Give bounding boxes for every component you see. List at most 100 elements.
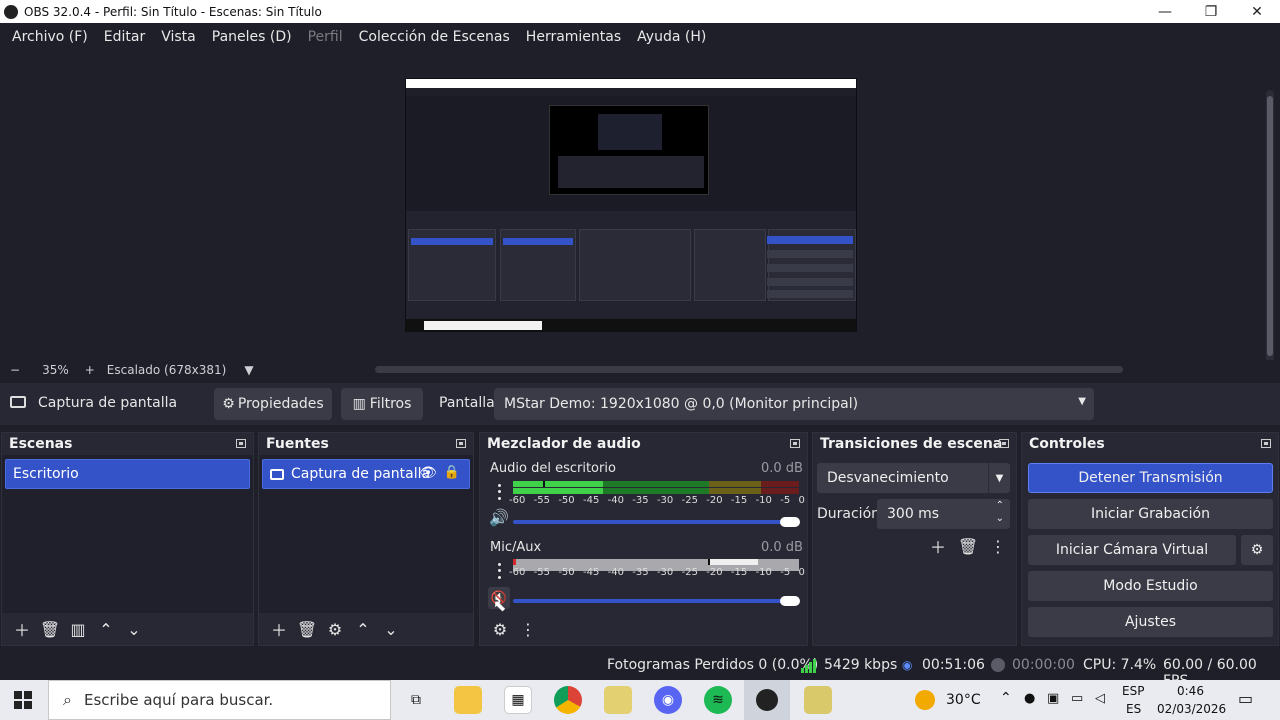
clock-time[interactable]: 0:46 [1177,684,1204,698]
spin-up-icon[interactable]: ⌃ [996,500,1004,511]
duration-label: Duración [817,506,881,522]
maximize-icon[interactable]: ❐ [1188,0,1234,23]
float-dock-icon[interactable] [1261,439,1271,448]
clock-date[interactable]: 02/03/2026 [1157,702,1226,716]
volume-knob-desktop[interactable] [780,517,800,527]
channel-name-mic: Mic/Aux [490,540,542,555]
float-dock-icon[interactable] [236,439,246,448]
float-dock-icon[interactable] [790,439,800,448]
add-icon[interactable]: ＋ [924,533,952,559]
add-icon[interactable]: ＋ [265,616,293,642]
menu-profile[interactable]: Perfil [300,29,351,45]
menu-tools[interactable]: Herramientas [518,29,629,45]
selected-source-name: Captura de pantalla [38,395,178,411]
trash-icon[interactable]: 🗑 [954,533,982,559]
studio-mode-button[interactable]: Modo Estudio [1028,571,1273,601]
menu-view[interactable]: Vista [153,29,204,45]
zoom-in-button[interactable]: + [85,363,95,377]
recording-tray-icon[interactable]: ▣ [1047,691,1059,706]
virtual-camera-settings-button[interactable]: ⚙ [1241,535,1273,565]
tray-chevron-icon[interactable]: ⌃ [1000,690,1012,706]
preview-horizontal-scrollbar[interactable] [375,366,1123,373]
menu-docks[interactable]: Paneles (D) [204,29,300,45]
arrow-up-icon[interactable]: ⌃ [349,616,377,642]
discord-icon[interactable]: ◉ [654,686,682,714]
task-view-icon[interactable]: ⧉ [402,686,430,714]
stop-streaming-button[interactable]: Detener Transmisión [1028,463,1273,493]
lock-icon[interactable]: 🔒 [444,465,460,480]
advanced-audio-gear-icon[interactable]: ⚙ [486,616,514,642]
volume-slider-desktop[interactable] [513,520,799,524]
filters-button[interactable]: ▥ Filtros [341,388,423,420]
language-bottom[interactable]: ES [1126,702,1141,716]
preview-area[interactable] [0,50,1280,370]
store-icon[interactable]: ▦ [504,686,532,714]
properties-button[interactable]: ⚙ Propiedades [214,388,332,420]
start-virtual-camera-button[interactable]: Iniciar Cámara Virtual [1028,535,1236,565]
display-select[interactable]: MStar Demo: 1920x1080 @ 0,0 (Monitor pri… [494,388,1094,420]
close-icon[interactable]: ✕ [1234,0,1280,23]
studio-mode-label: Modo Estudio [1103,578,1198,594]
menu-scene-collection[interactable]: Colección de Escenas [351,29,518,45]
app-icon[interactable] [804,686,832,714]
trash-icon[interactable]: 🗑 [36,616,64,642]
transition-select[interactable]: Desvanecimiento ▼ [817,463,1010,493]
minimize-icon[interactable]: — [1142,0,1188,23]
spotify-icon[interactable]: ≋ [704,686,732,714]
channel-menu-icon[interactable] [491,561,507,581]
mic-icon[interactable]: ● [1024,691,1035,706]
start-recording-button[interactable]: Iniciar Grabación [1028,499,1273,529]
transitions-title: Transiciones de escena [820,436,1003,452]
menu-file[interactable]: Archivo (F) [4,29,96,45]
weather-sun-icon [915,690,935,710]
sources-dock: Fuentes Captura de pantalla 👁 🔒 ＋ 🗑 ⚙ ⌃ … [258,432,474,646]
file-explorer-icon[interactable] [454,686,482,714]
network-icon[interactable]: ▭ [1071,691,1083,706]
channel-db-desktop: 0.0 dB [761,461,803,476]
menu-edit[interactable]: Editar [96,29,153,45]
spin-down-icon[interactable]: ⌄ [996,513,1004,524]
zoom-out-button[interactable]: − [10,363,20,377]
notification-icon[interactable]: ▭ [1238,689,1253,708]
eye-icon[interactable]: 👁 [419,465,437,481]
float-dock-icon[interactable] [999,439,1009,448]
scale-label: Escalado (678x381) [106,363,227,377]
arrow-down-icon[interactable]: ⌄ [377,616,405,642]
gear-icon[interactable]: ⚙ [321,616,349,642]
status-bar: Fotogramas Perdidos 0 (0.0%) 5429 kbps ◉… [0,650,1280,689]
language-top[interactable]: ESP [1122,684,1144,698]
add-icon[interactable]: ＋ [8,616,36,642]
streaming-icon: ◉ [902,658,913,672]
scene-item[interactable]: Escritorio [5,459,250,489]
scene-item-label: Escritorio [13,466,79,482]
arrow-down-icon[interactable]: ⌄ [120,616,148,642]
volume-knob-mic[interactable] [780,596,800,606]
duration-spinbox[interactable]: 300 ms ⌃ ⌄ [877,499,1010,529]
filter-icon: ▥ [352,396,366,412]
preview-vertical-scrollbar[interactable] [1266,90,1274,370]
source-item[interactable]: Captura de pantalla 👁 🔒 [262,459,470,489]
preview-canvas[interactable] [405,78,857,332]
float-dock-icon[interactable] [456,439,466,448]
channel-menu-icon[interactable] [491,482,507,502]
volume-slider-mic[interactable] [513,599,799,603]
trash-icon[interactable]: 🗑 [293,616,321,642]
taskbar-search[interactable]: ⌕ Escribe aquí para buscar. [48,680,391,720]
speaker-icon[interactable]: 🔊 [489,508,509,528]
scenes-list: Escritorio [2,455,253,613]
meter-ticks-mic: -60 -55 -50 -45 -40 -35 -30 -25 -20 -15 -10 -5 0 [509,567,805,578]
kebab-menu-icon[interactable]: ⋮ [984,533,1012,559]
obs-taskbar-icon[interactable] [744,680,790,720]
settings-label: Ajustes [1124,614,1177,630]
app-icon[interactable] [604,686,632,714]
zoom-dropdown-icon[interactable]: ▼ [244,363,253,377]
meter-ticks-desktop: -60 -55 -50 -45 -40 -35 -30 -25 -20 -15 -10 -5 0 [509,495,805,506]
filter-icon[interactable]: ▥ [64,616,92,642]
arrow-up-icon[interactable]: ⌃ [92,616,120,642]
chrome-icon[interactable] [554,686,582,714]
kebab-menu-icon[interactable]: ⋮ [514,616,542,642]
volume-icon[interactable]: ◁ [1095,691,1105,706]
windows-start-icon[interactable] [14,691,32,709]
settings-button[interactable]: Ajustes [1028,607,1273,637]
menu-help[interactable]: Ayuda (H) [629,29,714,45]
